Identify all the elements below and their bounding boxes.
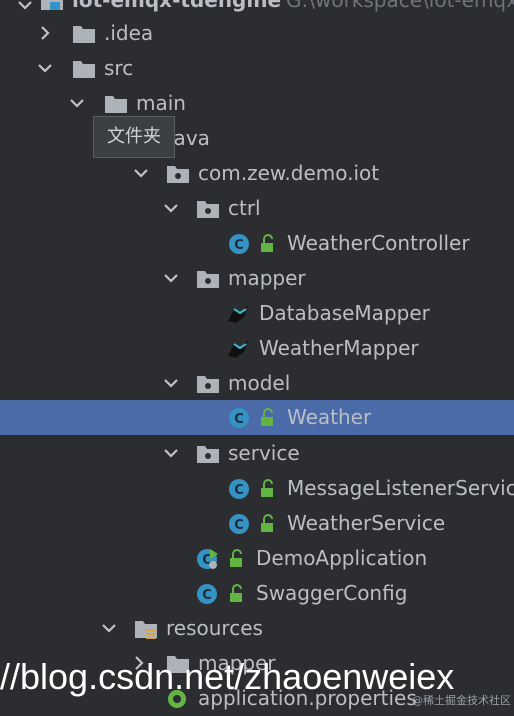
tree-label-ctrl: ctrl [228,196,261,220]
tree-label-mapper: mapper [228,266,306,290]
tree-row-weather-controller[interactable]: C WeatherController [0,226,514,261]
package-icon [197,271,219,288]
tree-row-database-mapper[interactable]: DatabaseMapper [0,296,514,331]
tree-row-main[interactable]: main [0,86,514,121]
tree-row-resources[interactable]: resources [0,611,514,646]
svg-text:C: C [234,238,244,253]
tooltip: 文件夹 [93,116,175,158]
svg-text:C: C [234,412,244,427]
tree-row-model[interactable]: model [0,366,514,401]
tree-label-model: model [228,371,291,395]
tree-row-swagger-config[interactable]: C SwaggerConfig [0,576,514,611]
chevron-down-icon[interactable] [160,442,182,464]
tree-label-message-listener-service: MessageListenerService [287,476,514,500]
tree-label-resources: resources [166,616,263,640]
chevron-down-icon[interactable] [14,0,36,16]
tree-label-idea: .idea [104,21,154,45]
package-icon [197,201,219,218]
tree-row-idea[interactable]: .idea [0,16,514,51]
folder-icon [105,96,127,113]
tree-label-weather-mapper: WeatherMapper [259,336,419,360]
tree-row-src[interactable]: src [0,51,514,86]
mybatis-bird-icon [228,340,248,358]
tree-row-java[interactable]: java [0,121,514,156]
class-icon: C [197,584,217,604]
tree-row-mapper[interactable]: mapper [0,261,514,296]
tree-label-weather-service: WeatherService [287,511,446,535]
class-icon: C [229,514,249,534]
svg-text:C: C [234,518,244,533]
spring-boot-app-icon: C [197,549,218,569]
chevron-down-icon[interactable] [66,92,88,114]
class-icon: C [229,234,249,254]
tree-label-package: com.zew.demo.iot [198,161,380,185]
package-icon [197,376,219,393]
folder-icon [73,61,95,78]
tree-row-demo-application[interactable]: C DemoApplication [0,541,514,576]
project-tree: iot-emqx-tdengine G:\workspace\iot-emqx … [0,0,514,714]
public-lock-icon [230,549,242,567]
chevron-down-icon[interactable] [98,617,120,639]
tree-label-swagger-config: SwaggerConfig [256,581,408,605]
tree-label-database-mapper: DatabaseMapper [259,301,430,325]
svg-text:C: C [202,588,212,603]
tree-row-weather[interactable]: C Weather [0,400,514,435]
public-lock-icon [261,234,273,252]
mybatis-bird-icon [228,305,248,323]
tree-label-src: src [104,56,134,80]
tree-row-service[interactable]: service [0,436,514,471]
chevron-right-icon[interactable] [34,22,56,44]
tree-label-weather-controller: WeatherController [287,231,470,255]
tree-row-weather-mapper[interactable]: WeatherMapper [0,331,514,366]
tree-row-ctrl[interactable]: ctrl [0,191,514,226]
module-folder-icon [41,0,63,10]
public-lock-icon [261,408,273,426]
class-icon: C [229,408,249,428]
chevron-down-icon[interactable] [130,162,152,184]
tree-row-message-listener-service[interactable]: C MessageListenerService [0,471,514,506]
chevron-down-icon[interactable] [34,57,56,79]
folder-icon [73,26,95,43]
tree-label-weather: Weather [287,405,372,429]
package-icon [197,446,219,463]
tree-label-service: service [228,441,300,465]
tree-label-demo-application: DemoApplication [256,546,428,570]
watermark-url: //blog.csdn.net/zhaoenweiex [0,656,455,697]
public-lock-icon [261,479,273,497]
svg-text:C: C [234,483,244,498]
tree-row-package[interactable]: com.zew.demo.iot [0,156,514,191]
chevron-down-icon[interactable] [160,267,182,289]
tree-row-weather-service[interactable]: C WeatherService [0,506,514,541]
package-icon [167,166,189,183]
watermark-small: @稀土掘金技术社区 [412,694,511,707]
chevron-down-icon[interactable] [160,197,182,219]
public-lock-icon [230,584,242,602]
class-icon: C [229,479,249,499]
resources-folder-icon [135,621,157,639]
chevron-down-icon[interactable] [160,372,182,394]
public-lock-icon [261,514,273,532]
